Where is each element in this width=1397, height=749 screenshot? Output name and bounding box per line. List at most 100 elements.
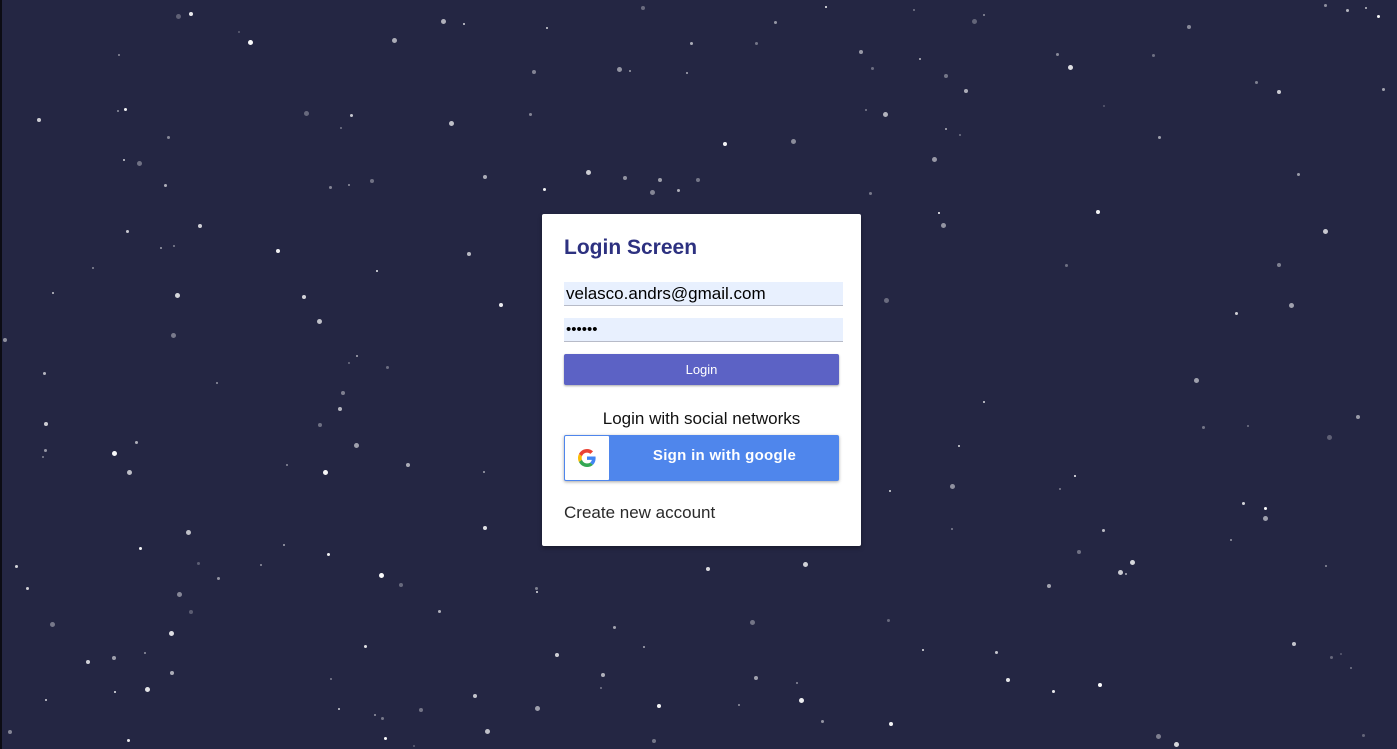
star — [44, 449, 48, 453]
star — [337, 707, 340, 710]
star — [963, 89, 968, 94]
star — [884, 297, 890, 303]
star — [337, 406, 342, 411]
star — [118, 53, 121, 56]
star — [322, 469, 328, 475]
star — [921, 649, 924, 652]
star — [248, 40, 254, 46]
star — [1263, 516, 1269, 522]
star — [640, 5, 645, 10]
star — [944, 73, 949, 78]
star — [134, 441, 138, 444]
star — [379, 572, 385, 578]
password-field[interactable] — [564, 318, 843, 342]
star — [534, 705, 540, 711]
google-g-icon — [565, 436, 609, 480]
star — [216, 577, 220, 581]
star — [125, 229, 129, 233]
star — [45, 698, 48, 701]
star — [116, 109, 119, 112]
star — [198, 223, 203, 228]
star — [43, 421, 48, 426]
star — [1276, 90, 1281, 95]
star — [498, 302, 503, 307]
star — [1125, 573, 1128, 576]
star — [1194, 378, 1200, 384]
star — [197, 561, 201, 565]
star — [1323, 228, 1329, 234]
star — [940, 222, 946, 228]
star — [643, 646, 646, 649]
star — [886, 619, 890, 623]
star — [1056, 52, 1060, 56]
star — [542, 188, 546, 192]
email-field[interactable] — [564, 282, 843, 306]
star — [159, 246, 162, 249]
star — [355, 355, 358, 358]
star — [1324, 564, 1327, 567]
star — [657, 178, 662, 183]
star — [882, 111, 888, 117]
star — [1377, 14, 1381, 18]
star — [870, 67, 874, 71]
star — [3, 337, 8, 342]
star — [889, 489, 892, 492]
star — [1339, 652, 1342, 655]
star — [995, 650, 999, 654]
star — [1255, 80, 1259, 84]
star — [176, 14, 181, 20]
star — [754, 676, 758, 681]
star — [122, 159, 125, 162]
star — [613, 625, 617, 629]
star — [8, 729, 13, 734]
star — [1102, 104, 1105, 107]
star — [437, 609, 441, 613]
star — [821, 719, 825, 723]
star — [330, 677, 333, 680]
login-button[interactable]: Login — [564, 354, 839, 385]
star — [1074, 474, 1077, 477]
star — [1362, 733, 1366, 737]
star — [340, 126, 343, 129]
star — [43, 372, 47, 376]
star — [381, 716, 385, 720]
star — [304, 111, 310, 117]
star — [353, 443, 359, 449]
star — [1241, 502, 1245, 506]
star — [41, 455, 44, 458]
star — [1381, 88, 1385, 92]
google-signin-button[interactable]: Sign in with google — [564, 435, 839, 481]
star — [1157, 135, 1161, 139]
star — [483, 525, 488, 530]
star — [485, 729, 491, 735]
social-login-label: Login with social networks — [602, 409, 801, 428]
star — [318, 423, 323, 428]
star — [944, 128, 947, 131]
star — [600, 687, 603, 690]
star — [127, 469, 133, 475]
create-account-link[interactable]: Create new account — [564, 503, 715, 523]
star — [1327, 435, 1333, 441]
star — [1364, 6, 1367, 9]
star — [1246, 425, 1249, 428]
star — [170, 670, 175, 675]
star — [49, 621, 55, 627]
star — [113, 691, 116, 694]
star — [696, 177, 701, 182]
star — [139, 546, 143, 550]
star — [237, 30, 240, 33]
star — [790, 139, 796, 145]
star — [302, 295, 307, 300]
star — [1155, 734, 1161, 740]
star — [971, 18, 977, 24]
star — [1356, 415, 1361, 420]
star — [649, 189, 655, 195]
star — [1297, 173, 1301, 176]
star — [418, 708, 423, 712]
star — [803, 561, 809, 567]
star — [1151, 53, 1155, 57]
star — [166, 136, 170, 140]
star — [529, 113, 533, 117]
page-title: Login Screen — [564, 236, 698, 259]
star — [286, 463, 289, 466]
